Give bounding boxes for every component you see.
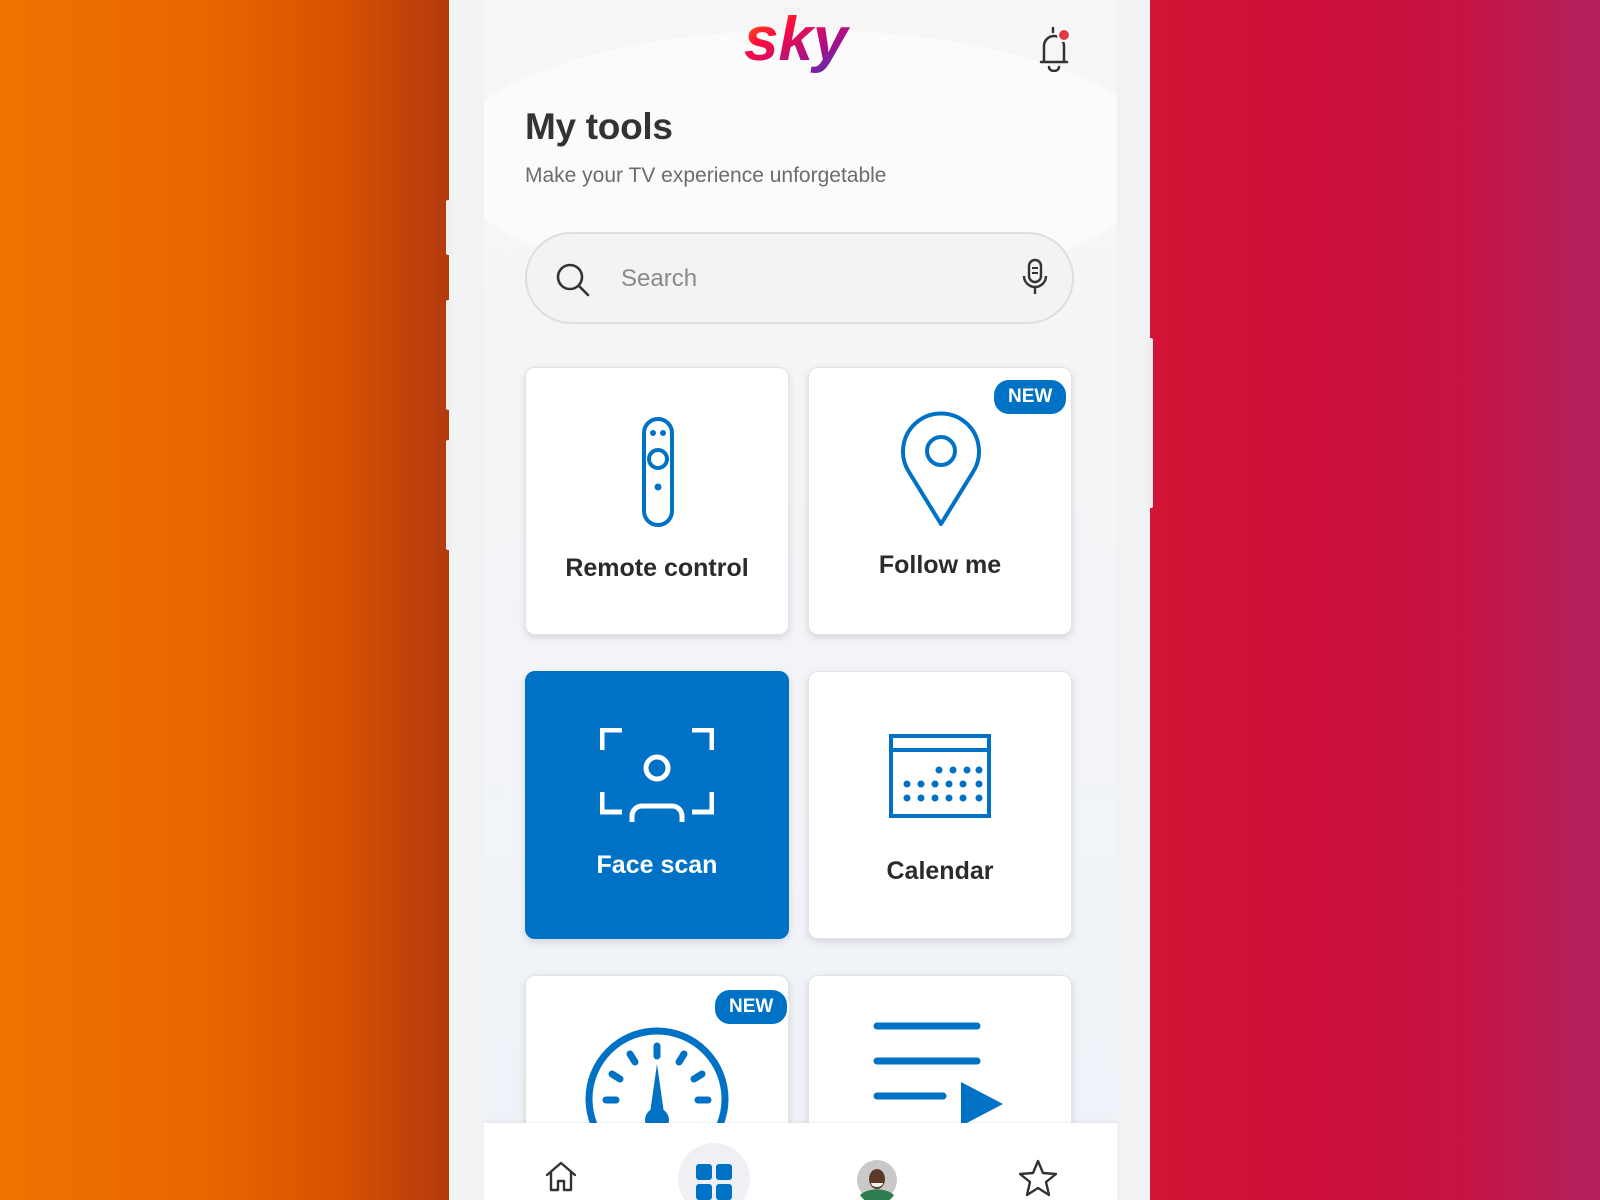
new-badge: NEW: [713, 988, 790, 1026]
tool-card-face-scan[interactable]: Face scan: [525, 671, 789, 939]
notification-dot: [1057, 28, 1071, 42]
tool-card-calendar[interactable]: Calendar: [808, 671, 1072, 939]
tool-card-follow-me[interactable]: NEW Follow me: [808, 367, 1072, 635]
background-right: [1140, 0, 1600, 1200]
calendar-icon: [889, 734, 991, 818]
notification-bell-icon[interactable]: [1032, 22, 1078, 72]
bottom-navigation: [484, 1123, 1117, 1200]
phone-side-button: [446, 440, 452, 550]
profile-avatar[interactable]: [856, 1159, 898, 1200]
remote-control-icon: [642, 417, 674, 527]
tool-card-remote-control[interactable]: Remote control: [525, 367, 789, 635]
sky-logo-text: sky: [744, 5, 851, 74]
tool-card-label: Calendar: [886, 857, 994, 885]
microphone-icon[interactable]: [1021, 258, 1049, 298]
app-screen: sky My tools Make your TV experience unf…: [484, 0, 1117, 1200]
new-badge: NEW: [992, 378, 1069, 416]
playlist-icon: [873, 1022, 1003, 1126]
background-left: [0, 0, 450, 1200]
face-scan-icon: [600, 728, 714, 822]
location-pin-icon: [901, 411, 981, 526]
home-icon[interactable]: [544, 1159, 578, 1193]
sky-logo: sky: [744, 5, 851, 74]
phone-side-button: [1147, 338, 1153, 508]
page-title: My tools: [525, 106, 673, 147]
tool-card-label: Remote control: [565, 554, 749, 582]
phone-side-button: [446, 200, 452, 255]
phone-side-button: [446, 300, 452, 410]
speedometer-icon: [585, 1027, 729, 1134]
search-icon: [556, 263, 590, 297]
star-icon[interactable]: [1019, 1159, 1057, 1197]
search-input[interactable]: [619, 258, 983, 300]
tools-grid-icon[interactable]: [695, 1163, 733, 1200]
tool-card-label: Follow me: [878, 551, 1002, 579]
search-bar[interactable]: [525, 232, 1074, 324]
tool-card-label: Face scan: [596, 851, 718, 879]
page-subtitle: Make your TV experience unforgetable: [525, 164, 887, 187]
